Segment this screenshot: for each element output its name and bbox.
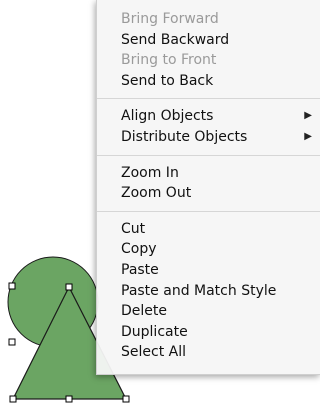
menu-item-paste[interactable]: Paste — [97, 260, 320, 281]
menu-item-send-backward[interactable]: Send Backward — [97, 30, 320, 51]
menu-item-label: Duplicate — [121, 323, 188, 340]
menu-item-zoom-out[interactable]: Zoom Out — [97, 183, 320, 204]
menu-item-paste-and-match-style[interactable]: Paste and Match Style — [97, 281, 320, 302]
menu-item-delete[interactable]: Delete — [97, 301, 320, 322]
menu-item-bring-to-front[interactable]: Bring to Front — [97, 50, 320, 71]
menu-separator — [97, 210, 320, 212]
menu-separator — [97, 154, 320, 156]
menu-item-send-to-back[interactable]: Send to Back — [97, 71, 320, 92]
menu-item-duplicate[interactable]: Duplicate — [97, 322, 320, 343]
selection-handle[interactable] — [8, 282, 16, 290]
selection-handle[interactable] — [9, 395, 17, 403]
menu-item-label: Align Objects — [121, 108, 214, 125]
menu-item-bring-forward[interactable]: Bring Forward — [97, 9, 320, 30]
menu-item-copy[interactable]: Copy — [97, 239, 320, 260]
selection-handle[interactable] — [122, 395, 130, 403]
menu-item-distribute-objects[interactable]: Distribute Objects ▶ — [97, 127, 320, 148]
menu-item-label: Copy — [121, 241, 157, 258]
menu-item-label: Distribute Objects — [121, 128, 248, 145]
menu-item-zoom-in[interactable]: Zoom In — [97, 163, 320, 184]
menu-item-label: Zoom Out — [121, 185, 192, 202]
menu-item-label: Paste — [121, 261, 159, 278]
selection-handle[interactable] — [8, 338, 16, 346]
context-menu: Bring Forward Send Backward Bring to Front… — [96, 0, 320, 375]
selection-handle[interactable] — [65, 283, 73, 291]
menu-item-label: Paste and Match Style — [121, 282, 277, 299]
menu-item-label: Bring Forward — [121, 11, 219, 27]
submenu-arrow-icon: ▶ — [304, 130, 312, 142]
menu-item-label: Zoom In — [121, 164, 179, 181]
menu-item-label: Send to Back — [121, 72, 214, 89]
menu-separator — [97, 98, 320, 100]
menu-item-label: Send Backward — [121, 31, 230, 48]
menu-item-label: Delete — [121, 303, 167, 320]
menu-item-select-all[interactable]: Select All — [97, 342, 320, 363]
menu-item-cut[interactable]: Cut — [97, 219, 320, 240]
submenu-arrow-icon: ▶ — [304, 110, 312, 122]
menu-item-label: Cut — [121, 220, 146, 237]
menu-item-align-objects[interactable]: Align Objects ▶ — [97, 106, 320, 127]
menu-item-label: Select All — [121, 344, 186, 361]
selection-handle[interactable] — [65, 395, 73, 403]
menu-item-label: Bring to Front — [121, 52, 217, 69]
